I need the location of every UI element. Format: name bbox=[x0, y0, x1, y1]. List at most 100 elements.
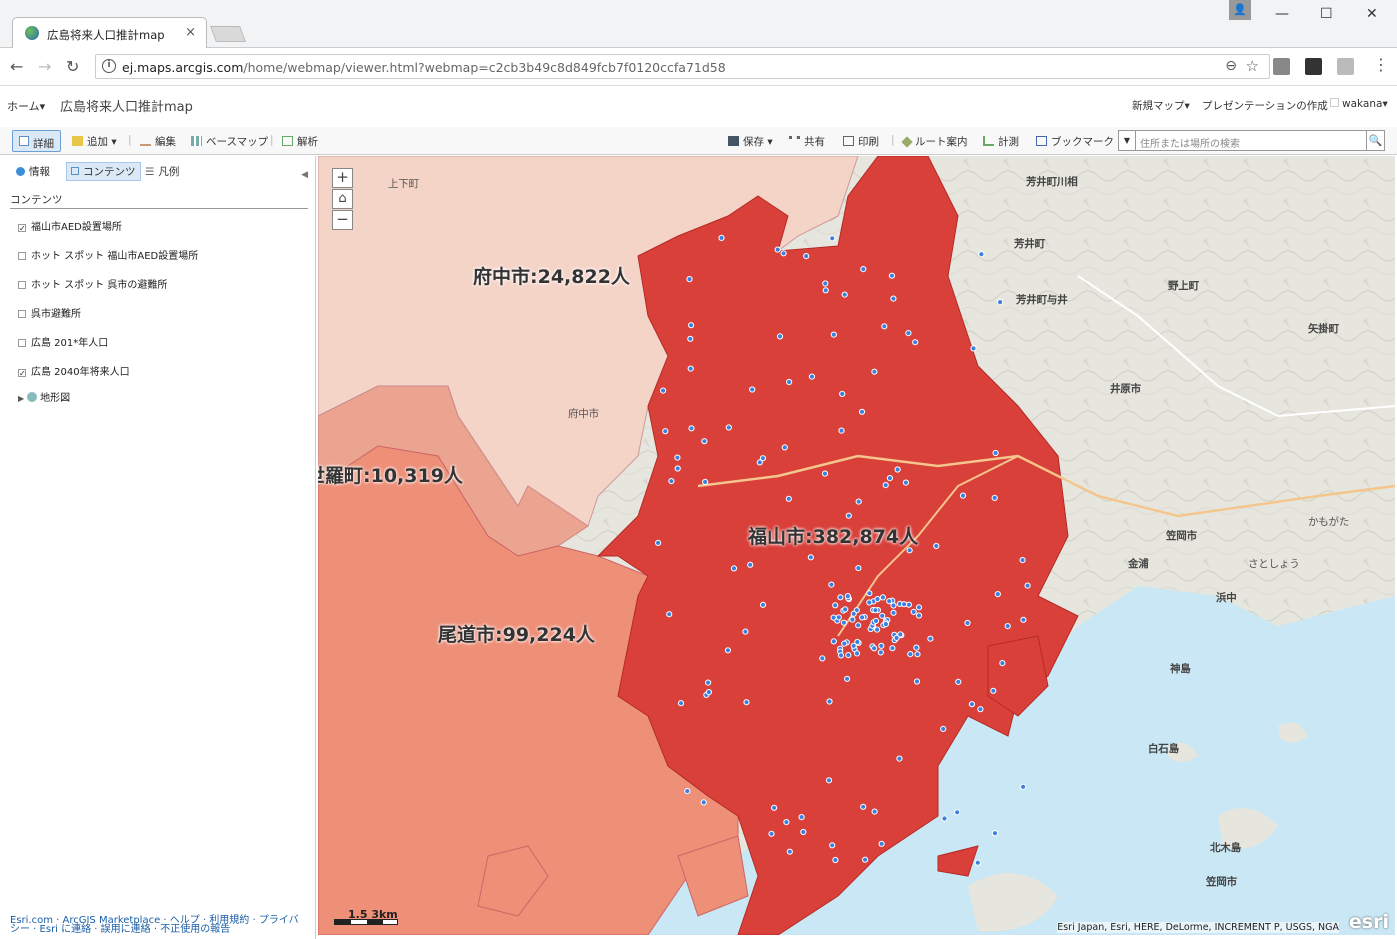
tab-info[interactable]: 情報 bbox=[16, 164, 50, 179]
aed-point[interactable] bbox=[886, 598, 893, 605]
aed-point[interactable] bbox=[871, 645, 878, 652]
aed-point[interactable] bbox=[724, 647, 731, 654]
aed-point[interactable] bbox=[829, 842, 836, 849]
aed-point[interactable] bbox=[888, 272, 896, 279]
aed-point[interactable] bbox=[749, 386, 756, 393]
aed-point[interactable] bbox=[800, 828, 807, 836]
aed-point[interactable] bbox=[927, 635, 934, 642]
bookmark-button[interactable]: ブックマーク bbox=[1036, 134, 1114, 149]
aed-point[interactable] bbox=[826, 698, 833, 705]
new-map-menu[interactable]: 新規マップ▾ bbox=[1132, 98, 1190, 113]
tab-close-icon[interactable]: × bbox=[185, 25, 196, 40]
aed-point[interactable] bbox=[941, 815, 948, 822]
share-button[interactable]: 共有 bbox=[789, 134, 825, 149]
layer-item[interactable]: ホット スポット 呉市の避難所 bbox=[18, 276, 167, 291]
aed-point[interactable] bbox=[844, 593, 851, 600]
aed-point[interactable] bbox=[1004, 623, 1011, 630]
aed-point[interactable] bbox=[830, 614, 837, 621]
aed-point[interactable] bbox=[879, 594, 887, 601]
zoom-in-button[interactable]: + bbox=[332, 168, 353, 188]
aed-point[interactable] bbox=[822, 280, 829, 287]
aed-point[interactable] bbox=[743, 699, 750, 706]
layer-item-basemap[interactable]: ▶ 地形図 bbox=[18, 389, 70, 404]
aed-point[interactable] bbox=[674, 465, 681, 472]
aed-point[interactable] bbox=[674, 454, 681, 461]
aed-point[interactable] bbox=[701, 438, 708, 445]
aed-point[interactable] bbox=[662, 428, 669, 435]
aed-point[interactable] bbox=[830, 331, 837, 338]
aed-point[interactable] bbox=[807, 554, 814, 561]
footer-links[interactable]: Esri.com · ArcGIS Marketplace · ヘルプ · 利用… bbox=[10, 916, 310, 935]
aed-point[interactable] bbox=[905, 330, 912, 337]
aed-point[interactable] bbox=[829, 235, 836, 242]
aed-point[interactable] bbox=[915, 604, 923, 611]
aed-point[interactable] bbox=[747, 561, 754, 568]
aed-point[interactable] bbox=[910, 608, 917, 615]
aed-point[interactable] bbox=[688, 322, 695, 329]
browser-tab[interactable]: 広島将来人口推計map × bbox=[12, 17, 207, 48]
aed-point[interactable] bbox=[866, 590, 873, 597]
home-button[interactable]: ⌂ bbox=[332, 189, 353, 209]
aed-point[interactable] bbox=[914, 651, 921, 658]
save-button[interactable]: 保存 ▾ bbox=[728, 134, 773, 149]
aed-point[interactable] bbox=[702, 478, 709, 485]
aed-point[interactable] bbox=[776, 333, 784, 340]
home-menu[interactable]: ホーム▾ bbox=[7, 98, 45, 114]
close-window-button[interactable]: ✕ bbox=[1366, 6, 1378, 22]
tab-legend[interactable]: ☰ 凡例 bbox=[145, 164, 179, 179]
aed-point[interactable] bbox=[992, 449, 999, 457]
aed-point[interactable] bbox=[866, 599, 873, 606]
checkbox[interactable] bbox=[18, 310, 26, 318]
aed-point[interactable] bbox=[872, 617, 880, 624]
aed-point[interactable] bbox=[1019, 557, 1026, 564]
aed-point[interactable] bbox=[803, 253, 810, 260]
aed-point[interactable] bbox=[913, 678, 921, 685]
aed-point[interactable] bbox=[954, 809, 961, 816]
aed-point[interactable] bbox=[878, 642, 885, 649]
aed-point[interactable] bbox=[913, 644, 920, 651]
aed-point[interactable] bbox=[845, 512, 852, 519]
aed-point[interactable] bbox=[780, 250, 787, 257]
aed-point[interactable] bbox=[1020, 616, 1027, 623]
profile-icon[interactable]: 👤 bbox=[1229, 0, 1251, 20]
aed-point[interactable] bbox=[838, 427, 845, 434]
aed-point[interactable] bbox=[978, 251, 985, 258]
aed-point[interactable] bbox=[860, 803, 867, 810]
aed-point[interactable] bbox=[850, 610, 857, 617]
aed-point[interactable] bbox=[841, 291, 848, 298]
aed-point[interactable] bbox=[877, 649, 884, 656]
aed-point[interactable] bbox=[994, 591, 1001, 598]
aed-point[interactable] bbox=[725, 424, 732, 431]
aed-point[interactable] bbox=[886, 475, 894, 482]
aed-point[interactable] bbox=[742, 628, 749, 635]
aed-point[interactable] bbox=[839, 390, 846, 397]
aed-point[interactable] bbox=[684, 788, 691, 795]
aed-point[interactable] bbox=[872, 607, 879, 614]
aed-point[interactable] bbox=[841, 640, 848, 647]
aed-point[interactable] bbox=[832, 856, 839, 864]
layer-item[interactable]: ✓ 福山市AED設置場所 bbox=[18, 218, 122, 233]
aed-point[interactable] bbox=[705, 689, 712, 696]
aed-point[interactable] bbox=[798, 814, 805, 821]
aed-point[interactable] bbox=[959, 492, 967, 499]
aed-point[interactable] bbox=[1024, 582, 1031, 589]
aed-point[interactable] bbox=[890, 295, 897, 302]
aed-point[interactable] bbox=[894, 466, 901, 473]
aed-point[interactable] bbox=[855, 565, 862, 572]
aed-point[interactable] bbox=[881, 323, 888, 330]
create-presentation-link[interactable]: プレゼンテーションの作成 bbox=[1202, 98, 1328, 113]
aed-point[interactable] bbox=[862, 856, 869, 863]
info-icon[interactable]: i bbox=[102, 59, 116, 73]
aed-point[interactable] bbox=[785, 495, 792, 502]
aed-point[interactable] bbox=[896, 755, 903, 762]
aed-point[interactable] bbox=[668, 478, 675, 485]
aed-point[interactable] bbox=[990, 687, 997, 694]
aed-point[interactable] bbox=[991, 830, 999, 837]
new-tab-button[interactable] bbox=[210, 26, 246, 42]
aed-point[interactable] bbox=[968, 701, 976, 708]
aed-point[interactable] bbox=[840, 619, 848, 626]
aed-point[interactable] bbox=[878, 840, 885, 847]
layer-item[interactable]: ✓ 広島 2040年将来人口 bbox=[18, 363, 130, 378]
expand-icon[interactable]: ▶ bbox=[18, 394, 24, 403]
aed-point[interactable] bbox=[901, 601, 908, 608]
